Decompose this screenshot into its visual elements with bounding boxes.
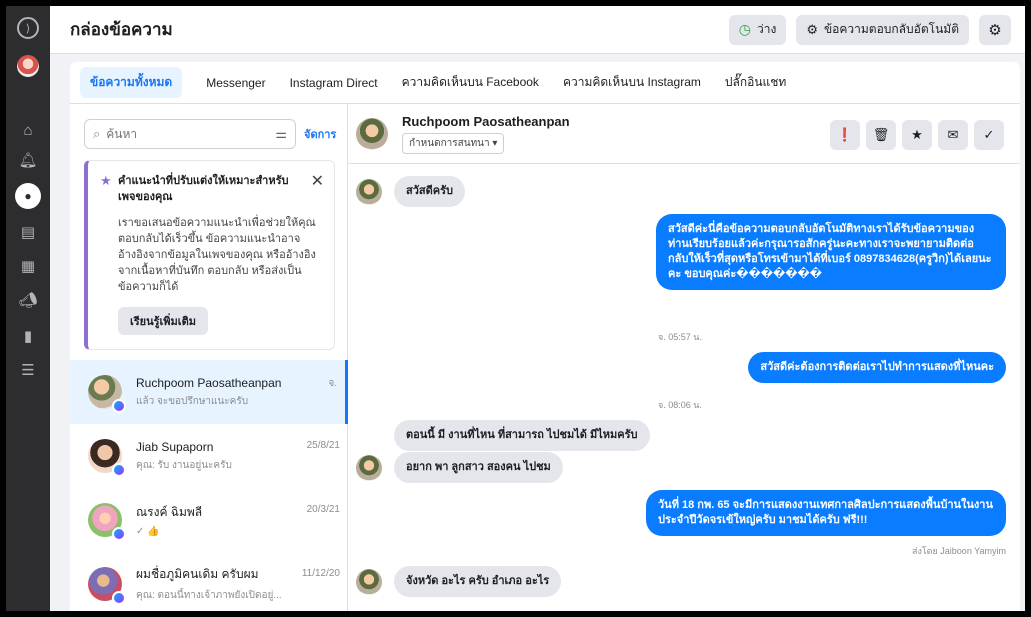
conversation-snippet: คุณ: ตอนนี้ทางเจ้าภาพยังเปิดอยู่... [136, 590, 282, 601]
insights-icon[interactable]: ▮ [6, 322, 50, 350]
tab-facebook-comments[interactable]: ความคิดเห็นบน Facebook [402, 67, 539, 98]
messenger-badge-icon [112, 399, 126, 413]
tab-bar: ข้อความทั้งหมด Messenger Instagram Direc… [70, 62, 1020, 104]
message-row: อยาก พา ลูกสาว สองคน ไปชม [356, 452, 563, 483]
incoming-message: อยาก พา ลูกสาว สองคน ไปชม [394, 452, 563, 483]
avatar [88, 439, 126, 477]
page-title: กล่องข้อความ [70, 20, 173, 39]
automation-icon: ⚙︎ [806, 21, 818, 37]
conversation-snippet: แล้ว จะขอปรึกษาแนะครับ [136, 395, 249, 407]
tip-title-text: คำแนะนำที่ปรับแต่งให้เหมาะสำหรับเพจของคุ… [118, 175, 289, 203]
search-row: ⌕ ⚌ จัดการ [84, 118, 344, 150]
star-icon[interactable]: ★ [902, 120, 932, 150]
conversation-panel: ⌕ ⚌ จัดการ ★ คำแนะนำที่ปรับแต่งให้เหมาะส… [70, 104, 348, 611]
search-box[interactable]: ⌕ ⚌ [84, 119, 296, 149]
auto-reply-label: ข้อความตอบกลับอัตโนมัติ [823, 22, 959, 36]
calendar-icon[interactable]: ▦ [6, 252, 50, 280]
conversation-snippet: ✓ 👍 [136, 526, 160, 537]
conversation-item[interactable]: ผมชื่อภูมิคนเดิม ครับผม คุณ: ตอนนี้ทางเจ… [70, 552, 348, 611]
message-row: ตอนนี้ มี งานที่ไหน ที่สามารถ ไปชมได้ มี… [394, 420, 650, 451]
conversation-name: Jiab Supaporn [136, 439, 214, 454]
outgoing-message: วันที่ 18 กพ. 65 จะมีการแสดงงานเทศกาลศิล… [646, 490, 1006, 536]
outgoing-message: สวัสดีค่ะนี่คือข้อความตอบกลับอัตโนมัติทา… [656, 214, 1006, 290]
inbox-icon[interactable]: ● [6, 182, 50, 210]
messenger-badge-icon [112, 463, 126, 477]
tab-all-messages[interactable]: ข้อความทั้งหมด [80, 67, 183, 98]
mail-icon[interactable]: ✉ [938, 120, 968, 150]
chat-panel: Ruchpoom Paosatheanpan กำหนดการสนทนา ▾ ❗… [348, 104, 1020, 611]
search-input[interactable] [106, 127, 270, 141]
message-row: จังหวัด อะไร ครับ อำเภอ อะไร [356, 566, 562, 597]
filter-icon[interactable]: ⚌ [275, 126, 287, 142]
message-row: สวัสดีครับ [356, 176, 465, 207]
left-nav: ⟩ ⌂ 🔔︎ ● ▤ ▦ 📣︎ ▮ ☰ [6, 6, 50, 611]
search-icon: ⌕ [93, 126, 101, 141]
conversation-name: ผมชื่อภูมิคนเดิม ครับผม [136, 567, 259, 581]
timestamp: จ. 05:57 น. [658, 332, 702, 342]
conversation-snippet: คุณ: รับ งานอยู่นะครับ [136, 459, 232, 471]
notification-icon[interactable]: 🔔︎ [6, 146, 50, 174]
alert-icon[interactable]: ❗ [830, 120, 860, 150]
tip-title: ★ คำแนะนำที่ปรับแต่งให้เหมาะสำหรับเพจของ… [100, 173, 300, 205]
tab-messenger[interactable]: Messenger [206, 70, 265, 96]
conversation-name: ณรงค์ ฉิมพลี [136, 505, 203, 519]
check-icon[interactable]: ✓ [974, 120, 1004, 150]
conversation-time: จ. [328, 378, 337, 389]
meta-logo-icon[interactable]: ⟩ [6, 14, 50, 42]
assign-conversation-button[interactable]: กำหนดการสนทนา ▾ [402, 132, 505, 154]
conversation-name: Ruchpoom Paosatheanpan [136, 375, 282, 390]
incoming-message: สวัสดีครับ [394, 176, 465, 207]
incoming-message: จังหวัด อะไร ครับ อำเภอ อะไร [394, 566, 562, 597]
home-icon[interactable]: ⌂ [6, 116, 50, 144]
star-icon: ★ [100, 173, 112, 188]
conversation-item[interactable]: Ruchpoom Paosatheanpan แล้ว จะขอปรึกษาแน… [70, 360, 348, 424]
sender-avatar [356, 568, 382, 595]
tip-body: เราขอเสนอข้อความแนะนำเพื่อช่วยให้คุณตอบก… [118, 217, 316, 293]
tab-instagram-comments[interactable]: ความคิดเห็นบน Instagram [563, 67, 701, 98]
avatar [88, 567, 126, 605]
learn-more-button[interactable]: เรียนรู้เพิ่มเติม [118, 307, 208, 335]
settings-gear-icon[interactable]: ⚙ [979, 14, 1011, 45]
timestamp: จ. 08:06 น. [658, 400, 702, 410]
incoming-message: ตอนนี้ มี งานที่ไหน ที่สามารถ ไปชมได้ มี… [394, 420, 650, 451]
suggestion-tip-card: ★ คำแนะนำที่ปรับแต่งให้เหมาะสำหรับเพจของ… [84, 160, 335, 350]
conversation-time: 25/8/21 [306, 440, 340, 451]
messenger-badge-icon [112, 527, 126, 541]
close-icon[interactable]: ✕ [311, 171, 324, 191]
tab-instagram-direct[interactable]: Instagram Direct [290, 70, 378, 96]
manage-link[interactable]: จัดการ [304, 125, 336, 143]
ads-icon[interactable]: 📣︎ [6, 286, 50, 314]
trash-icon[interactable]: 🗑︎ [866, 120, 896, 150]
conversation-time: 20/3/21 [306, 504, 340, 515]
sender-avatar [356, 454, 382, 481]
message-thread: สวัสดีครับ สวัสดีค่ะนี่คือข้อความตอบกลับ… [348, 164, 1020, 611]
status-button[interactable]: ◷ ว่าง [728, 14, 787, 45]
chat-header: Ruchpoom Paosatheanpan กำหนดการสนทนา ▾ ❗… [348, 104, 1020, 164]
inbox-card: ข้อความทั้งหมด Messenger Instagram Direc… [70, 62, 1020, 611]
avatar [88, 375, 126, 413]
contact-avatar[interactable] [356, 117, 388, 150]
outgoing-message: สวัสดีค่ะต้องการติดต่อเราไปทำการแสดงที่ไ… [748, 352, 1006, 383]
conversation-item[interactable]: ณรงค์ ฉิมพลี ✓ 👍 20/3/21 [70, 488, 348, 552]
menu-icon[interactable]: ☰ [6, 356, 50, 384]
sender-avatar [356, 178, 382, 205]
avatar [88, 503, 126, 541]
messenger-badge-icon [112, 591, 126, 605]
contact-name[interactable]: Ruchpoom Paosatheanpan [402, 114, 570, 129]
posts-icon[interactable]: ▤ [6, 218, 50, 246]
status-label: ว่าง [756, 22, 777, 36]
status-clock-icon: ◷ [738, 21, 751, 37]
page-avatar[interactable] [6, 52, 50, 80]
top-bar: กล่องข้อความ ◷ ว่าง ⚙︎ ข้อความตอบกลับอัต… [50, 6, 1025, 54]
conversation-time: 11/12/20 [301, 568, 340, 579]
conversation-item[interactable]: Jiab Supaporn คุณ: รับ งานอยู่นะครับ 25/… [70, 424, 348, 488]
app-window: ⟩ ⌂ 🔔︎ ● ▤ ▦ 📣︎ ▮ ☰ กล่องข้อความ ◷ ว่าง … [6, 6, 1025, 611]
auto-reply-button[interactable]: ⚙︎ ข้อความตอบกลับอัตโนมัติ [796, 14, 969, 45]
tab-chat-plugin[interactable]: ปลั๊กอินแชท [725, 67, 786, 98]
sent-by-label: ส่งโดย Jaiboon Yamyim [911, 546, 1006, 556]
